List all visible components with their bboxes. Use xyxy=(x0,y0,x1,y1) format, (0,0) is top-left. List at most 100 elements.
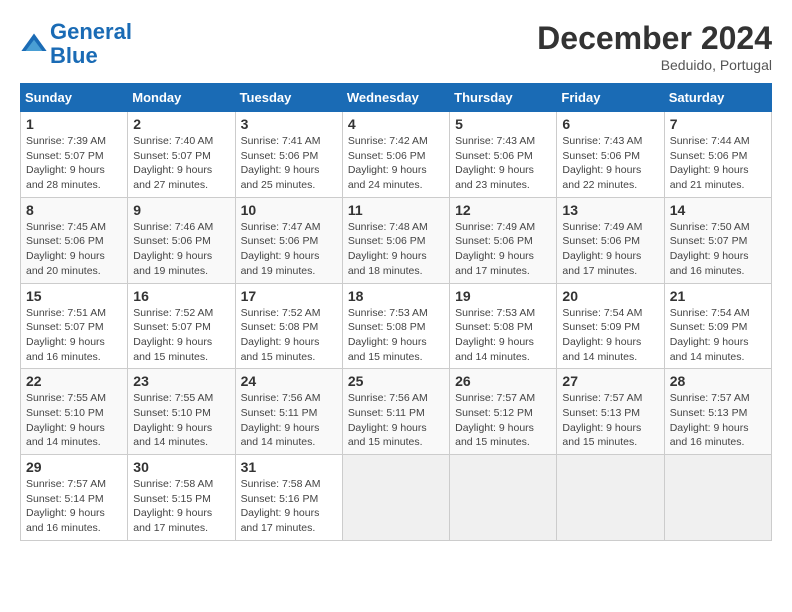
day-number: 25 xyxy=(348,373,444,389)
calendar-cell: 27 Sunrise: 7:57 AM Sunset: 5:13 PM Dayl… xyxy=(557,369,664,455)
calendar-week-5: 29 Sunrise: 7:57 AM Sunset: 5:14 PM Dayl… xyxy=(21,455,772,541)
day-number: 27 xyxy=(562,373,658,389)
calendar-cell: 5 Sunrise: 7:43 AM Sunset: 5:06 PM Dayli… xyxy=(450,112,557,198)
day-info: Sunrise: 7:51 AM Sunset: 5:07 PM Dayligh… xyxy=(26,306,122,365)
day-number: 9 xyxy=(133,202,229,218)
day-info: Sunrise: 7:49 AM Sunset: 5:06 PM Dayligh… xyxy=(455,220,551,279)
day-number: 2 xyxy=(133,116,229,132)
calendar-cell: 28 Sunrise: 7:57 AM Sunset: 5:13 PM Dayl… xyxy=(664,369,771,455)
calendar-cell xyxy=(342,455,449,541)
calendar-cell: 16 Sunrise: 7:52 AM Sunset: 5:07 PM Dayl… xyxy=(128,283,235,369)
col-saturday: Saturday xyxy=(664,84,771,112)
day-info: Sunrise: 7:43 AM Sunset: 5:06 PM Dayligh… xyxy=(455,134,551,193)
day-number: 31 xyxy=(241,459,337,475)
day-number: 13 xyxy=(562,202,658,218)
calendar-cell: 2 Sunrise: 7:40 AM Sunset: 5:07 PM Dayli… xyxy=(128,112,235,198)
logo: General Blue xyxy=(20,20,132,68)
day-number: 15 xyxy=(26,288,122,304)
calendar-cell: 20 Sunrise: 7:54 AM Sunset: 5:09 PM Dayl… xyxy=(557,283,664,369)
calendar-week-1: 1 Sunrise: 7:39 AM Sunset: 5:07 PM Dayli… xyxy=(21,112,772,198)
calendar-cell: 19 Sunrise: 7:53 AM Sunset: 5:08 PM Dayl… xyxy=(450,283,557,369)
calendar-cell: 17 Sunrise: 7:52 AM Sunset: 5:08 PM Dayl… xyxy=(235,283,342,369)
calendar-cell xyxy=(557,455,664,541)
day-info: Sunrise: 7:44 AM Sunset: 5:06 PM Dayligh… xyxy=(670,134,766,193)
day-info: Sunrise: 7:42 AM Sunset: 5:06 PM Dayligh… xyxy=(348,134,444,193)
calendar-cell: 25 Sunrise: 7:56 AM Sunset: 5:11 PM Dayl… xyxy=(342,369,449,455)
day-info: Sunrise: 7:58 AM Sunset: 5:16 PM Dayligh… xyxy=(241,477,337,536)
day-number: 16 xyxy=(133,288,229,304)
calendar-cell: 23 Sunrise: 7:55 AM Sunset: 5:10 PM Dayl… xyxy=(128,369,235,455)
calendar-cell: 1 Sunrise: 7:39 AM Sunset: 5:07 PM Dayli… xyxy=(21,112,128,198)
day-info: Sunrise: 7:40 AM Sunset: 5:07 PM Dayligh… xyxy=(133,134,229,193)
calendar-cell: 7 Sunrise: 7:44 AM Sunset: 5:06 PM Dayli… xyxy=(664,112,771,198)
day-info: Sunrise: 7:57 AM Sunset: 5:13 PM Dayligh… xyxy=(562,391,658,450)
day-number: 7 xyxy=(670,116,766,132)
calendar-cell: 12 Sunrise: 7:49 AM Sunset: 5:06 PM Dayl… xyxy=(450,197,557,283)
day-number: 24 xyxy=(241,373,337,389)
day-number: 20 xyxy=(562,288,658,304)
day-info: Sunrise: 7:43 AM Sunset: 5:06 PM Dayligh… xyxy=(562,134,658,193)
calendar-table: Sunday Monday Tuesday Wednesday Thursday… xyxy=(20,83,772,541)
day-info: Sunrise: 7:55 AM Sunset: 5:10 PM Dayligh… xyxy=(26,391,122,450)
day-info: Sunrise: 7:53 AM Sunset: 5:08 PM Dayligh… xyxy=(348,306,444,365)
logo-icon xyxy=(20,30,48,58)
day-number: 19 xyxy=(455,288,551,304)
day-number: 10 xyxy=(241,202,337,218)
day-info: Sunrise: 7:56 AM Sunset: 5:11 PM Dayligh… xyxy=(348,391,444,450)
day-info: Sunrise: 7:57 AM Sunset: 5:12 PM Dayligh… xyxy=(455,391,551,450)
day-number: 30 xyxy=(133,459,229,475)
calendar-cell: 26 Sunrise: 7:57 AM Sunset: 5:12 PM Dayl… xyxy=(450,369,557,455)
col-monday: Monday xyxy=(128,84,235,112)
calendar-cell: 8 Sunrise: 7:45 AM Sunset: 5:06 PM Dayli… xyxy=(21,197,128,283)
calendar-cell: 30 Sunrise: 7:58 AM Sunset: 5:15 PM Dayl… xyxy=(128,455,235,541)
calendar-cell: 18 Sunrise: 7:53 AM Sunset: 5:08 PM Dayl… xyxy=(342,283,449,369)
day-info: Sunrise: 7:50 AM Sunset: 5:07 PM Dayligh… xyxy=(670,220,766,279)
day-number: 22 xyxy=(26,373,122,389)
day-info: Sunrise: 7:52 AM Sunset: 5:07 PM Dayligh… xyxy=(133,306,229,365)
calendar-cell xyxy=(450,455,557,541)
day-info: Sunrise: 7:49 AM Sunset: 5:06 PM Dayligh… xyxy=(562,220,658,279)
day-number: 4 xyxy=(348,116,444,132)
calendar-cell: 10 Sunrise: 7:47 AM Sunset: 5:06 PM Dayl… xyxy=(235,197,342,283)
calendar-cell xyxy=(664,455,771,541)
calendar-cell: 15 Sunrise: 7:51 AM Sunset: 5:07 PM Dayl… xyxy=(21,283,128,369)
calendar-week-3: 15 Sunrise: 7:51 AM Sunset: 5:07 PM Dayl… xyxy=(21,283,772,369)
calendar-cell: 24 Sunrise: 7:56 AM Sunset: 5:11 PM Dayl… xyxy=(235,369,342,455)
header-row: Sunday Monday Tuesday Wednesday Thursday… xyxy=(21,84,772,112)
day-info: Sunrise: 7:54 AM Sunset: 5:09 PM Dayligh… xyxy=(670,306,766,365)
day-info: Sunrise: 7:52 AM Sunset: 5:08 PM Dayligh… xyxy=(241,306,337,365)
day-info: Sunrise: 7:41 AM Sunset: 5:06 PM Dayligh… xyxy=(241,134,337,193)
calendar-week-2: 8 Sunrise: 7:45 AM Sunset: 5:06 PM Dayli… xyxy=(21,197,772,283)
logo-text: General Blue xyxy=(50,20,132,68)
day-number: 14 xyxy=(670,202,766,218)
day-info: Sunrise: 7:55 AM Sunset: 5:10 PM Dayligh… xyxy=(133,391,229,450)
day-number: 18 xyxy=(348,288,444,304)
day-info: Sunrise: 7:57 AM Sunset: 5:14 PM Dayligh… xyxy=(26,477,122,536)
day-number: 3 xyxy=(241,116,337,132)
calendar-cell: 22 Sunrise: 7:55 AM Sunset: 5:10 PM Dayl… xyxy=(21,369,128,455)
calendar-cell: 4 Sunrise: 7:42 AM Sunset: 5:06 PM Dayli… xyxy=(342,112,449,198)
calendar-cell: 6 Sunrise: 7:43 AM Sunset: 5:06 PM Dayli… xyxy=(557,112,664,198)
page-header: General Blue December 2024 Beduido, Port… xyxy=(20,20,772,73)
day-info: Sunrise: 7:45 AM Sunset: 5:06 PM Dayligh… xyxy=(26,220,122,279)
day-number: 5 xyxy=(455,116,551,132)
calendar-cell: 3 Sunrise: 7:41 AM Sunset: 5:06 PM Dayli… xyxy=(235,112,342,198)
calendar-cell: 13 Sunrise: 7:49 AM Sunset: 5:06 PM Dayl… xyxy=(557,197,664,283)
day-number: 1 xyxy=(26,116,122,132)
location: Beduido, Portugal xyxy=(537,57,772,73)
calendar-cell: 29 Sunrise: 7:57 AM Sunset: 5:14 PM Dayl… xyxy=(21,455,128,541)
calendar-cell: 11 Sunrise: 7:48 AM Sunset: 5:06 PM Dayl… xyxy=(342,197,449,283)
col-friday: Friday xyxy=(557,84,664,112)
day-info: Sunrise: 7:39 AM Sunset: 5:07 PM Dayligh… xyxy=(26,134,122,193)
calendar-cell: 31 Sunrise: 7:58 AM Sunset: 5:16 PM Dayl… xyxy=(235,455,342,541)
col-sunday: Sunday xyxy=(21,84,128,112)
col-thursday: Thursday xyxy=(450,84,557,112)
day-number: 28 xyxy=(670,373,766,389)
title-block: December 2024 Beduido, Portugal xyxy=(537,20,772,73)
day-info: Sunrise: 7:57 AM Sunset: 5:13 PM Dayligh… xyxy=(670,391,766,450)
day-number: 23 xyxy=(133,373,229,389)
day-number: 17 xyxy=(241,288,337,304)
day-info: Sunrise: 7:58 AM Sunset: 5:15 PM Dayligh… xyxy=(133,477,229,536)
day-info: Sunrise: 7:48 AM Sunset: 5:06 PM Dayligh… xyxy=(348,220,444,279)
calendar-cell: 21 Sunrise: 7:54 AM Sunset: 5:09 PM Dayl… xyxy=(664,283,771,369)
